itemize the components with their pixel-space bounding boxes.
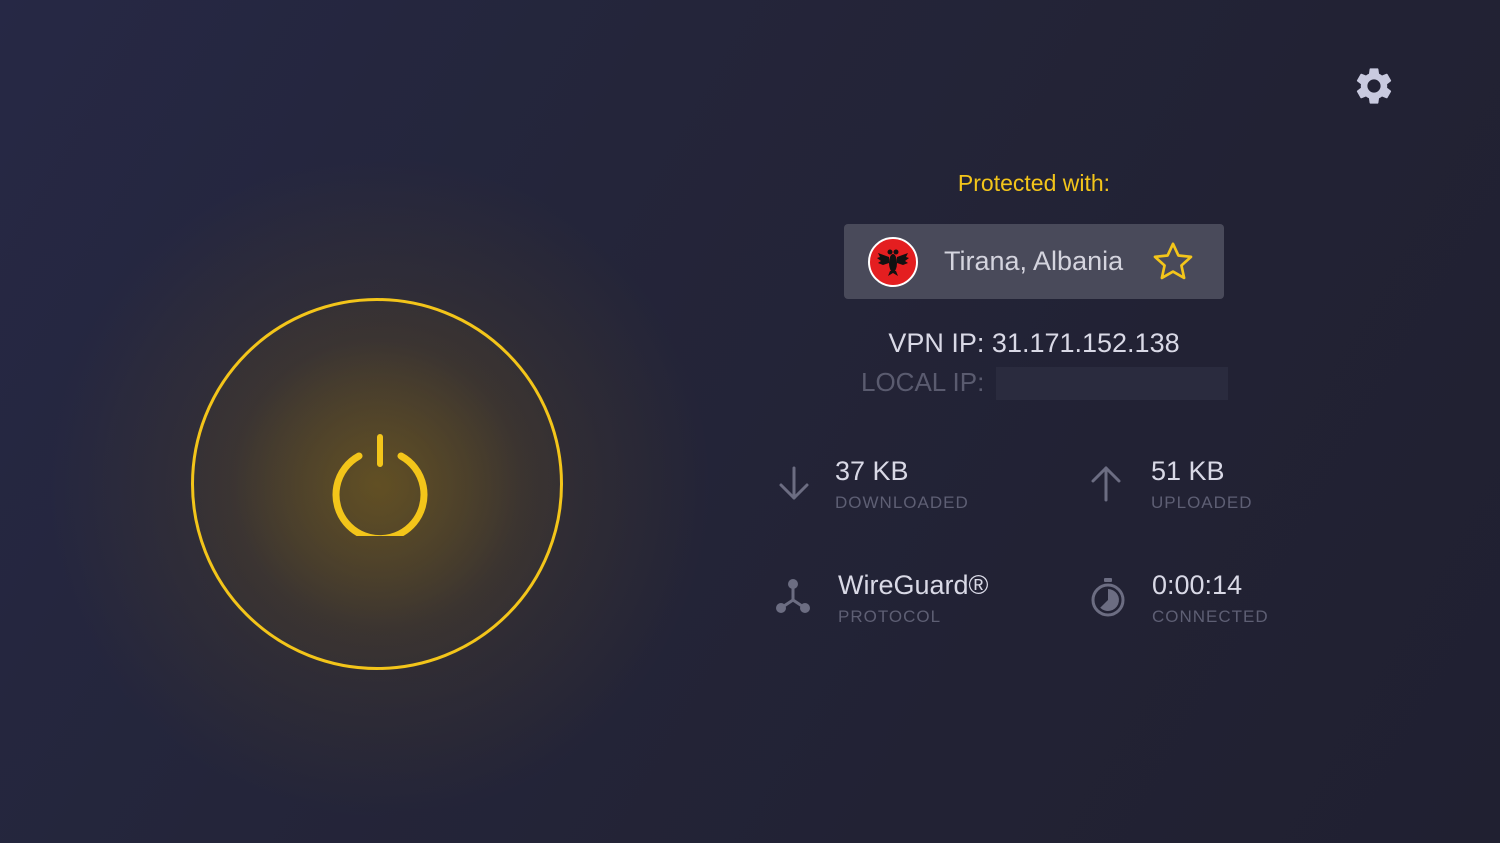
- connected-time-label: CONNECTED: [1152, 607, 1269, 626]
- protocol-label: PROTOCOL: [838, 607, 942, 626]
- connected-time-value: 0:00:14: [1152, 570, 1243, 600]
- local-ip-value: [996, 367, 1228, 400]
- star-outline-icon: [1153, 242, 1193, 280]
- protected-label: Protected with:: [957, 170, 1111, 196]
- arrow-up-icon: [1091, 466, 1121, 502]
- vpn-ip: VPN IP: 31.171.152.138: [888, 328, 1180, 358]
- arrow-down-icon: [779, 466, 809, 500]
- favorite-button[interactable]: [1150, 239, 1196, 285]
- protocol-network-icon: [776, 579, 810, 613]
- protocol-value: WireGuard®: [838, 570, 989, 600]
- power-icon: [332, 434, 428, 536]
- settings-button[interactable]: [1352, 64, 1396, 108]
- local-ip-label: LOCAL IP:: [861, 367, 985, 397]
- downloaded-value: 37 KB: [835, 456, 909, 486]
- gear-icon: [1356, 68, 1392, 104]
- timer-icon: [1091, 578, 1125, 617]
- location-name: Tirana, Albania: [944, 246, 1124, 276]
- uploaded-label: UPLOADED: [1151, 493, 1253, 512]
- uploaded-value: 51 KB: [1151, 456, 1225, 486]
- location-selector[interactable]: Tirana, Albania: [844, 224, 1224, 299]
- albania-flag-icon: [868, 237, 918, 287]
- downloaded-label: DOWNLOADED: [835, 493, 969, 512]
